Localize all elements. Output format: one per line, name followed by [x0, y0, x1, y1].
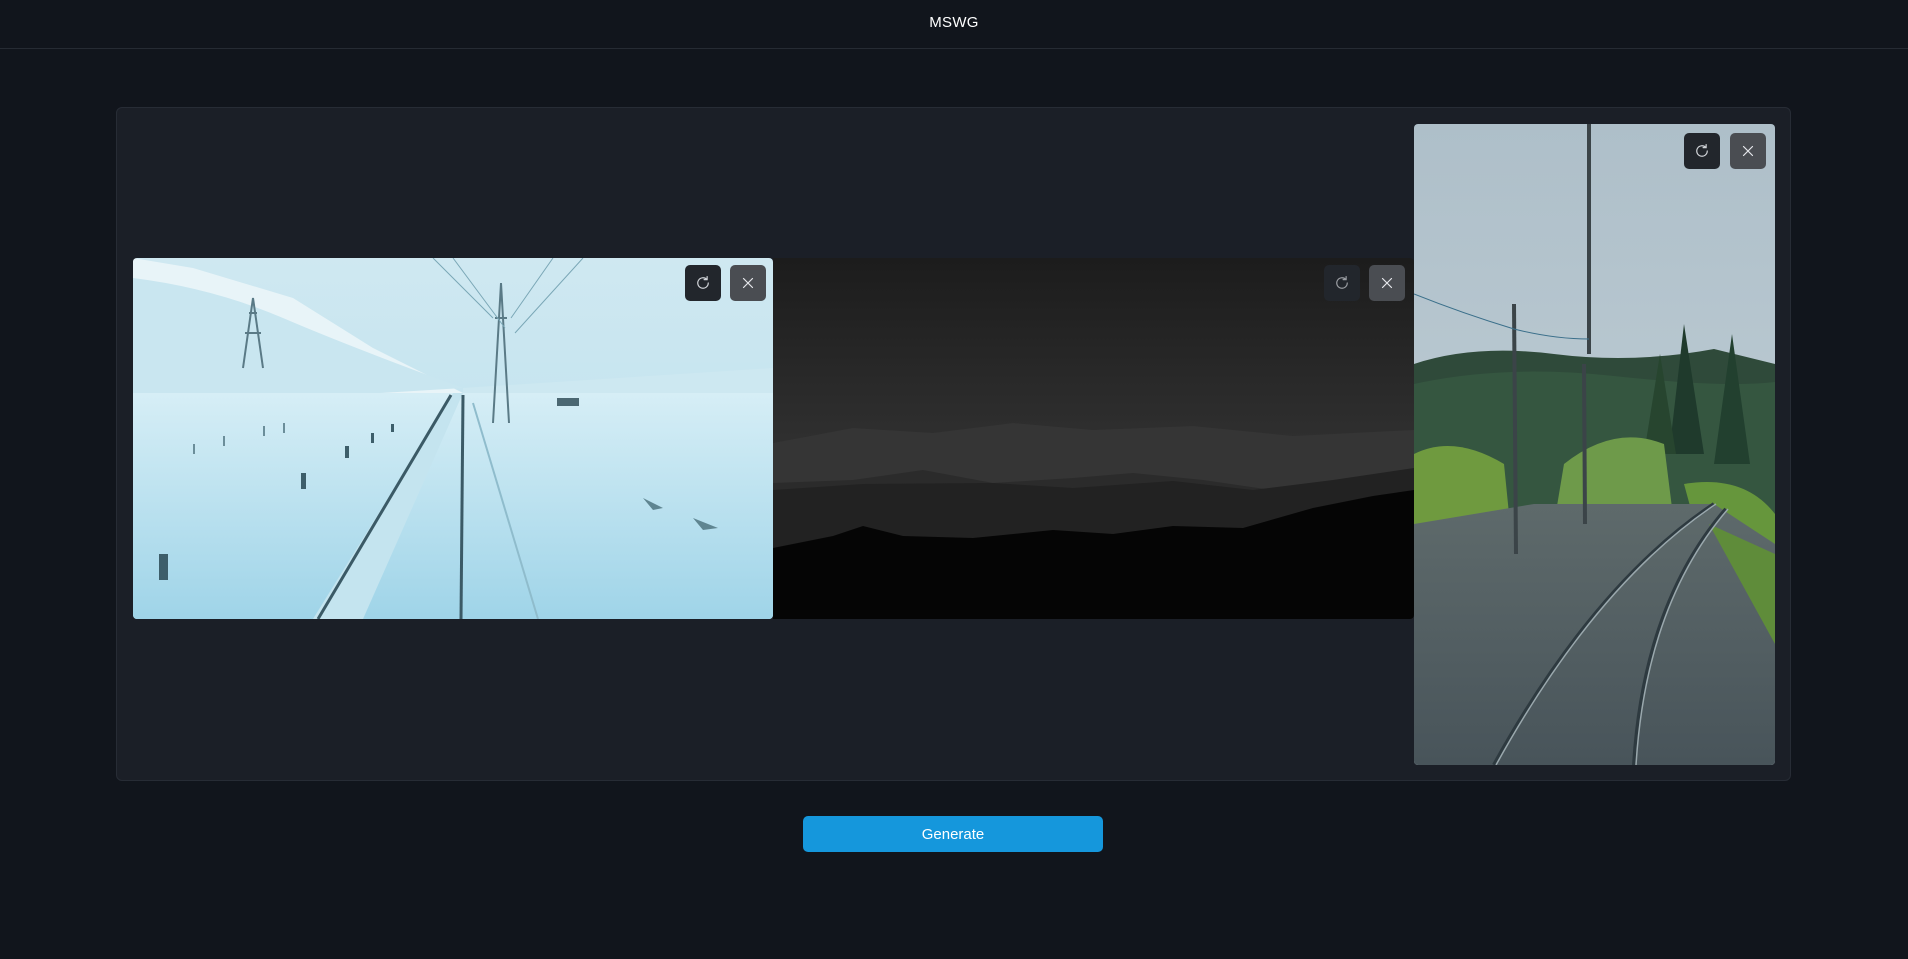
refresh-icon: [1336, 276, 1348, 289]
refresh-button-2[interactable]: [1324, 265, 1360, 301]
close-button-1[interactable]: [730, 265, 766, 301]
forest-railway-image: [1414, 124, 1775, 765]
refresh-button-3[interactable]: [1684, 133, 1720, 169]
refresh-icon: [697, 276, 709, 289]
app-title: MSWG: [929, 13, 979, 31]
refresh-button-1[interactable]: [685, 265, 721, 301]
close-icon: [742, 277, 754, 289]
close-icon: [1742, 145, 1754, 157]
close-button-3[interactable]: [1730, 133, 1766, 169]
close-icon: [1381, 277, 1393, 289]
frame-image-forest-railway[interactable]: [1414, 124, 1775, 765]
generate-button[interactable]: Generate: [803, 816, 1103, 852]
frame-image-snowy-railway[interactable]: [133, 258, 773, 619]
top-bar: MSWG: [0, 0, 1908, 49]
refresh-icon: [1696, 144, 1708, 157]
snow-railway-image: [133, 258, 773, 619]
frame-image-dark-mountains[interactable]: [773, 258, 1414, 619]
close-button-2[interactable]: [1369, 265, 1405, 301]
dark-mountains-image: [773, 258, 1414, 619]
